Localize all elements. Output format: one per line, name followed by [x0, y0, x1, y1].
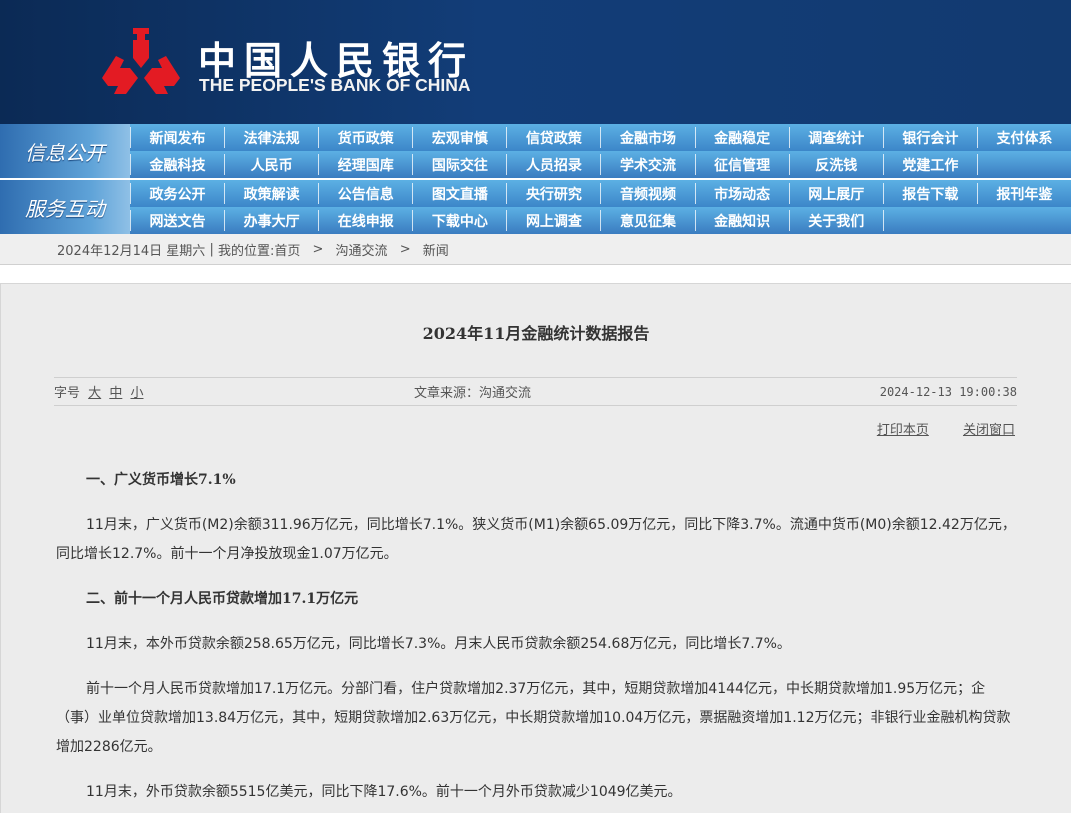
nav-group: 服务互动 政务公开 政策解读 公告信息 图文直播 央行研究 音频视频 市场动态 网上展厅 报告下载… [0, 180, 1071, 234]
logo-english-text: THE PEOPLE'S BANK OF CHINA [199, 75, 471, 95]
article-meta: 字号 大 中 小 文章来源：沟通交流 2024-12-13 19:00:38 [54, 377, 1017, 406]
nav-item[interactable]: 金融知识 [694, 210, 789, 231]
nav-item[interactable]: 银行会计 [882, 127, 977, 148]
paragraph: 11月末，本外币贷款余额258.65万亿元，同比增长7.3%。月末人民币贷款余额… [86, 636, 791, 652]
nav-item[interactable]: 宏观审慎 [412, 127, 506, 148]
nav-empty-cell [977, 210, 1071, 231]
nav-group-label: 信息公开 [0, 124, 130, 178]
article-body: 一、广义货币增长7.1% 11月末，广义货币(M2)余额311.96万亿元，同比增… [56, 466, 1017, 823]
nav-item[interactable]: 人员招录 [506, 154, 600, 175]
font-size-label: 字号 [54, 386, 81, 401]
nav-item[interactable]: 网上调查 [506, 210, 600, 231]
article-title: 2024年11月金融统计数据报告 [422, 324, 650, 343]
nav-item[interactable]: 下载中心 [412, 210, 506, 231]
nav-item[interactable]: 音频视频 [600, 183, 694, 204]
section-heading: 二、前十一个月人民币贷款增加17.1万亿元 [86, 591, 359, 607]
nav-item[interactable]: 在线申报 [318, 210, 412, 231]
section-heading: 一、广义货币增长7.1% [86, 472, 236, 488]
nav-item[interactable]: 新闻发布 [130, 127, 224, 148]
font-size-control: 字号 大 中 小 [54, 382, 414, 401]
nav-group-label: 服务互动 [0, 180, 130, 234]
paragraph: 前十一个月人民币贷款增加17.1万亿元。分部门看，住户贷款增加2.37万亿元，其… [56, 681, 1011, 755]
nav-item[interactable]: 调查统计 [788, 127, 883, 148]
nav-grid: 政务公开 政策解读 公告信息 图文直播 央行研究 音频视频 市场动态 网上展厅 报告下载 报刊年鉴… [130, 180, 1071, 234]
nav-item[interactable]: 人民币 [224, 154, 318, 175]
nav-item[interactable]: 货币政策 [318, 127, 412, 148]
paragraph: 11月末，广义货币(M2)余额311.96万亿元，同比增长7.1%。狭义货币(M… [56, 517, 1016, 562]
location-label: 我的位置: [217, 243, 275, 259]
nav-item[interactable]: 报刊年鉴 [976, 183, 1071, 204]
nav-item[interactable]: 政务公开 [130, 183, 224, 204]
nav-item[interactable]: 法律法规 [224, 127, 318, 148]
article-datetime: 2024-12-13 19:00:38 [879, 384, 1017, 399]
nav-item[interactable]: 公告信息 [318, 183, 412, 204]
nav-grid: 新闻发布 法律法规 货币政策 宏观审慎 信贷政策 金融市场 金融稳定 调查统计 银行会计 支付体系… [130, 124, 1071, 178]
current-date: 2024年12月14日 星期六 [57, 243, 206, 259]
nav-item[interactable]: 支付体系 [976, 127, 1071, 148]
breadcrumb-home[interactable]: 首页 [274, 240, 300, 259]
font-size-small[interactable]: 小 [130, 386, 143, 401]
breadcrumb-arrow: > [395, 241, 415, 257]
nav-item[interactable]: 学术交流 [600, 154, 694, 175]
article-container: 2024年11月金融统计数据报告 字号 大 中 小 文章来源：沟通交流 2024… [0, 283, 1071, 813]
main-nav: 信息公开 新闻发布 法律法规 货币政策 宏观审慎 信贷政策 金融市场 金融稳定 调查统计 银行会计… [0, 124, 1071, 234]
nav-item[interactable]: 央行研究 [506, 183, 600, 204]
nav-item[interactable]: 金融稳定 [694, 127, 789, 148]
close-window-link[interactable]: 关闭窗口 [963, 423, 1015, 438]
nav-item[interactable]: 信贷政策 [506, 127, 600, 148]
nav-item[interactable]: 市场动态 [694, 183, 789, 204]
pboc-emblem-icon [102, 28, 180, 94]
nav-item[interactable]: 金融科技 [130, 154, 224, 175]
nav-item[interactable]: 网送文告 [130, 210, 224, 231]
nav-item[interactable]: 金融市场 [600, 127, 694, 148]
paragraph: 11月末，外币贷款余额5515亿美元，同比下降17.6%。前十一个月外币贷款减少… [86, 784, 682, 800]
nav-item[interactable]: 政策解读 [224, 183, 318, 204]
nav-empty-cell [976, 154, 1071, 175]
nav-item[interactable]: 反洗钱 [788, 154, 883, 175]
font-size-medium[interactable]: 中 [109, 386, 122, 401]
breadcrumb: 2024年12月14日 星期六 | 我的位置: 首页 > 沟通交流 > 新闻 [0, 234, 1071, 265]
nav-empty-cell [882, 210, 977, 231]
breadcrumb-section[interactable]: 沟通交流 [336, 240, 388, 259]
nav-item[interactable]: 关于我们 [788, 210, 883, 231]
separator: | [205, 241, 218, 257]
nav-item[interactable]: 征信管理 [694, 154, 789, 175]
print-page-link[interactable]: 打印本页 [877, 423, 929, 438]
nav-group: 信息公开 新闻发布 法律法规 货币政策 宏观审慎 信贷政策 金融市场 金融稳定 调查统计 银行会计… [0, 124, 1071, 178]
breadcrumb-page: 新闻 [422, 243, 449, 259]
nav-item[interactable]: 意见征集 [600, 210, 694, 231]
nav-item[interactable]: 办事大厅 [224, 210, 318, 231]
nav-item[interactable]: 经理国库 [318, 154, 412, 175]
breadcrumb-arrow: > [308, 241, 328, 257]
nav-item[interactable]: 图文直播 [412, 183, 506, 204]
nav-item[interactable]: 党建工作 [882, 154, 977, 175]
nav-item[interactable]: 国际交往 [412, 154, 506, 175]
article-tools: 打印本页 关闭窗口 [847, 419, 1015, 438]
nav-item[interactable]: 报告下载 [882, 183, 977, 204]
article-source: 文章来源：沟通交流 [414, 386, 532, 401]
font-size-large[interactable]: 大 [88, 386, 101, 401]
nav-item[interactable]: 网上展厅 [788, 183, 883, 204]
site-header: 中国人民银行 THE PEOPLE'S BANK OF CHINA [0, 0, 1071, 124]
